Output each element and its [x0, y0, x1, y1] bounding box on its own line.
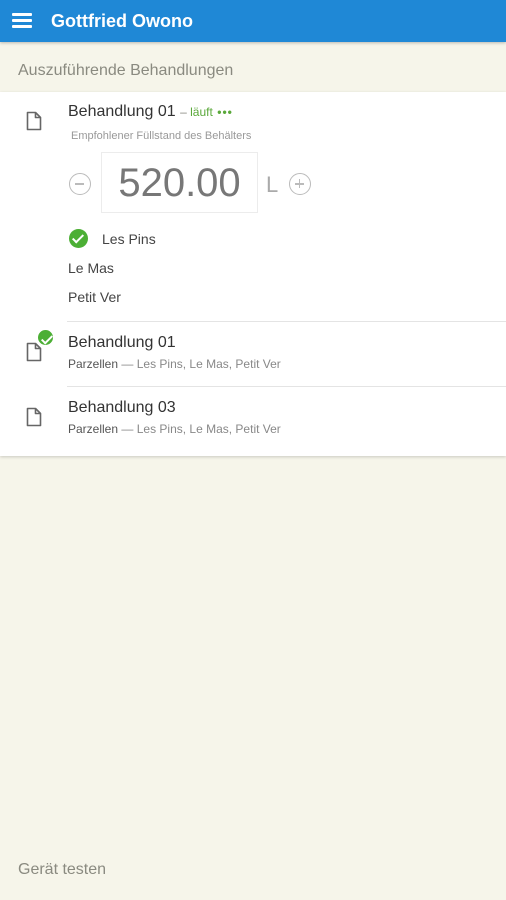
tank-hint: Empfohlener Füllstand des Behälters — [71, 130, 252, 142]
document-icon — [26, 407, 42, 427]
unit-label: L — [266, 172, 279, 197]
app-bar: Gottfried Owono — [0, 0, 506, 42]
completed-check-icon — [38, 330, 53, 345]
plots-list: Les Pins, Le Mas, Petit Ver — [136, 357, 281, 371]
treatment-item[interactable]: Behandlung 01 Parzellen — Les Pins, Le M… — [0, 322, 506, 386]
more-dots-icon[interactable]: ••• — [217, 105, 233, 119]
treatments-card: Behandlung 01 – läuft ••• Empfohlener Fü… — [0, 92, 506, 456]
treatment-title: Behandlung 01 — [68, 334, 176, 351]
document-icon — [26, 342, 42, 362]
plot-item[interactable]: Les Pins — [102, 231, 156, 247]
plots-list: Les Pins, Le Mas, Petit Ver — [136, 422, 281, 436]
treatment-item-active[interactable]: Behandlung 01 – läuft ••• Empfohlener Fü… — [0, 92, 506, 321]
document-icon — [26, 111, 42, 131]
section-title: Auszuführende Behandlungen — [18, 62, 234, 79]
treatment-item[interactable]: Behandlung 03 Parzellen — Les Pins, Le M… — [0, 387, 506, 451]
plot-item[interactable]: Petit Ver — [68, 289, 121, 305]
plots-label: Parzellen — [68, 357, 119, 371]
app-title: Gottfried Owono — [51, 11, 193, 31]
treatment-title: Behandlung 03 — [68, 399, 176, 416]
plots-label: Parzellen — [68, 422, 119, 436]
plot-item[interactable]: Le Mas — [68, 260, 114, 276]
increment-button[interactable] — [289, 173, 311, 195]
treatment-title: Behandlung 01 — [68, 103, 176, 120]
tank-value-field[interactable]: 520.00 — [101, 152, 258, 213]
menu-icon[interactable] — [12, 13, 34, 29]
check-icon — [69, 229, 88, 248]
test-device-link[interactable]: Gerät testen — [18, 861, 106, 879]
decrement-button[interactable] — [69, 173, 91, 195]
status-running: läuft — [190, 105, 213, 119]
